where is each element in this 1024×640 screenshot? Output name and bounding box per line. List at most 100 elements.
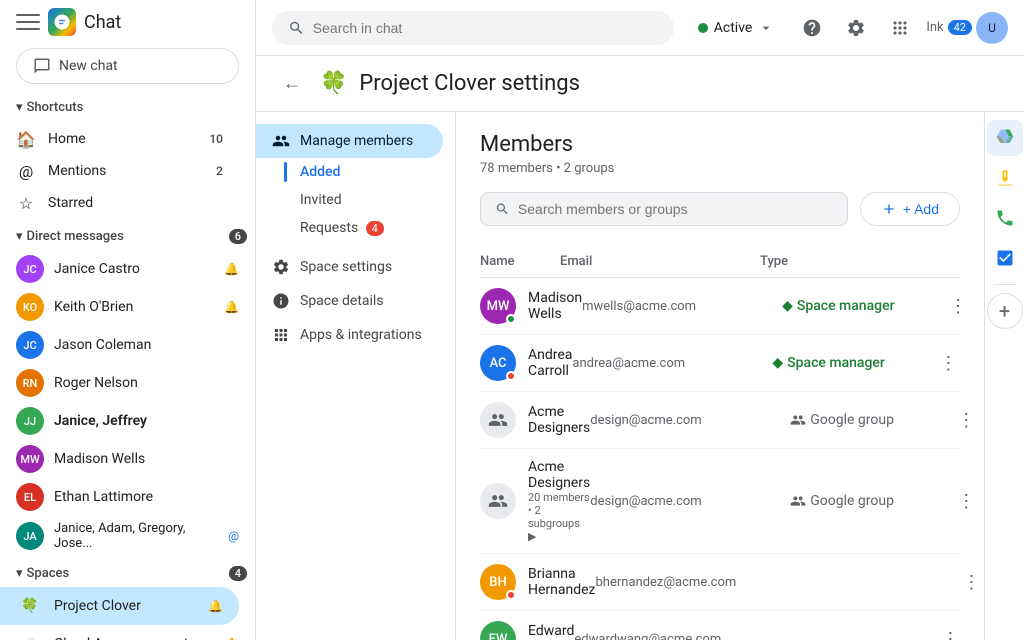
nav-label-space-details: Space details (300, 293, 384, 309)
chevron-down-icon (758, 20, 774, 36)
collapse-icon: ▾ (16, 100, 23, 115)
member-email-acme-designers-1: design@acme.com (590, 413, 790, 428)
search-input[interactable] (313, 20, 658, 36)
user-info[interactable]: Ink 42 U (926, 12, 1008, 44)
group-icon-2 (790, 493, 806, 509)
right-icon-keep[interactable] (987, 160, 1023, 196)
col-actions (920, 254, 960, 269)
dm-item-roger[interactable]: RN Roger Nelson (0, 364, 255, 402)
more-button-acme-designers-1[interactable]: ⋮ (950, 404, 982, 436)
table-row: Acme Designers 20 members • 2 subgroups … (480, 449, 960, 554)
user-avatar[interactable]: U (976, 12, 1008, 44)
back-button[interactable]: ← (276, 68, 308, 100)
right-icon-drive[interactable] (987, 120, 1023, 156)
search-bar[interactable] (272, 11, 674, 45)
add-member-button[interactable]: + Add (860, 192, 960, 226)
members-search-bar[interactable] (480, 192, 848, 226)
sidebar-item-home[interactable]: 🏠 Home 10 (0, 123, 239, 155)
requests-badge: 4 (366, 221, 384, 236)
dm-item-keith[interactable]: KO Keith O'Brien 🔔 (0, 288, 255, 326)
sidebar-item-starred[interactable]: ☆ Starred (0, 187, 239, 219)
search-members-input[interactable] (518, 201, 833, 217)
more-button-acme-designers-2[interactable]: ⋮ (950, 485, 982, 517)
space-item-cloud[interactable]: ☁️ Cloud Announcements 🔔 (0, 625, 255, 640)
space-name-cloud: Cloud Announcements (54, 636, 214, 640)
nav-sub-added[interactable]: Added (256, 158, 443, 186)
more-button-brianna[interactable]: ⋮ (956, 566, 985, 598)
avatar-janice-castro: JC (16, 255, 44, 283)
dm-name-roger: Roger Nelson (54, 375, 239, 391)
nav-item-manage-members[interactable]: Manage members (256, 124, 443, 158)
nav-item-space-details[interactable]: Space details (256, 284, 443, 318)
member-email-madison-wells: mwells@acme.com (582, 299, 782, 314)
dm-item-janice-castro[interactable]: JC Janice Castro 🔔 (0, 250, 255, 288)
nav-item-apps[interactable]: Apps & integrations (256, 318, 443, 352)
member-type-madison-wells: ◆Space manager (782, 298, 942, 314)
more-button-madison-wells[interactable]: ⋮ (942, 290, 974, 322)
space-icon-project-clover: 🍀 (16, 592, 44, 620)
mentions-label: Mentions (48, 163, 204, 179)
dm-item-group[interactable]: JA Janice, Adam, Gregory, Jose... @ (0, 516, 255, 556)
right-add-button[interactable]: + (987, 293, 1023, 329)
member-type-acme-designers-2: Google group (790, 493, 950, 509)
dm-badge: 6 (229, 229, 247, 244)
dm-section-header[interactable]: ▾ Direct messages 6 (0, 223, 255, 250)
avatar-ethan: EL (16, 483, 44, 511)
member-info-edward: EW Edward Wang (480, 621, 574, 640)
help-button[interactable] (794, 10, 830, 46)
member-name-brianna: Brianna Hernandez (528, 566, 596, 598)
right-divider (993, 284, 1017, 285)
settings-nav: Manage members Added Invited Requests 4 … (256, 112, 456, 640)
member-info-acme-designers-2: Acme Designers 20 members • 2 subgroups … (480, 459, 590, 543)
sidebar-item-mentions[interactable]: @ Mentions 2 (0, 155, 239, 187)
at-icon-group: @ (228, 529, 239, 543)
status-label: Active (714, 20, 753, 36)
nav-sub-requests[interactable]: Requests 4 (256, 214, 443, 242)
nav-sub-invited[interactable]: Invited (256, 186, 443, 214)
more-button-andrea-carroll[interactable]: ⋮ (932, 347, 964, 379)
content-header: ← 🍀 Project Clover settings (256, 56, 1024, 112)
spaces-section-header[interactable]: ▾ Spaces 4 (0, 560, 255, 587)
member-type-acme-designers-1: Google group (790, 412, 950, 428)
dm-collapse-icon: ▾ (16, 229, 23, 244)
left-sidebar: Chat New chat ▾ Shortcuts 🏠 Home 10 @ Me… (0, 0, 256, 640)
starred-icon: ☆ (16, 193, 36, 213)
right-icon-tasks[interactable] (987, 240, 1023, 276)
active-status-button[interactable]: Active (686, 14, 787, 42)
settings-button[interactable] (838, 10, 874, 46)
member-name-madison-wells: Madison Wells (528, 290, 582, 322)
member-info-madison-wells: MW Madison Wells (480, 288, 582, 324)
search-icon (288, 19, 305, 37)
dm-item-madison[interactable]: MW Madison Wells (0, 440, 255, 478)
more-button-edward[interactable]: ⋮ (934, 623, 966, 640)
user-badge: 42 (948, 20, 972, 35)
spaces-badge: 4 (229, 566, 247, 581)
dm-item-ethan[interactable]: EL Ethan Lattimore (0, 478, 255, 516)
table-row: BH Brianna Hernandez bhernandez@acme.com… (480, 554, 960, 611)
status-indicator-brianna (506, 590, 516, 600)
nav-item-space-settings[interactable]: Space settings (256, 250, 443, 284)
member-info-brianna: BH Brianna Hernandez (480, 564, 596, 600)
table-header: Name Email Type (480, 246, 960, 278)
dm-item-janice-jeffrey[interactable]: JJ Janice, Jeffrey (0, 402, 255, 440)
page-title: Project Clover settings (359, 71, 580, 96)
avatar-group: JA (16, 522, 44, 550)
app-logo (48, 8, 76, 36)
avatar-madison-dm: MW (16, 445, 44, 473)
right-icon-phone[interactable] (987, 200, 1023, 236)
avatar-janice-jeffrey: JJ (16, 407, 44, 435)
shortcuts-header[interactable]: ▾ Shortcuts (0, 94, 255, 121)
hamburger-menu[interactable] (16, 10, 40, 34)
space-emoji: 🍀 (320, 71, 347, 96)
avatar-acme-designers-2 (480, 483, 516, 519)
new-chat-button[interactable]: New chat (16, 48, 239, 84)
col-email: Email (560, 254, 760, 269)
space-item-project-clover[interactable]: 🍀 Project Clover 🔔 (0, 587, 239, 625)
space-icon-cloud: ☁️ (16, 630, 44, 640)
dm-item-jason[interactable]: JC Jason Coleman (0, 326, 255, 364)
members-table: Name Email Type MW Madison Wells mwells@… (480, 246, 960, 640)
mentions-badge: 2 (216, 164, 223, 178)
table-row: AC Andrea Carroll andrea@acme.com ◆Space… (480, 335, 960, 392)
apps-button[interactable] (882, 10, 918, 46)
table-row: Acme Designers design@acme.com Google gr… (480, 392, 960, 449)
